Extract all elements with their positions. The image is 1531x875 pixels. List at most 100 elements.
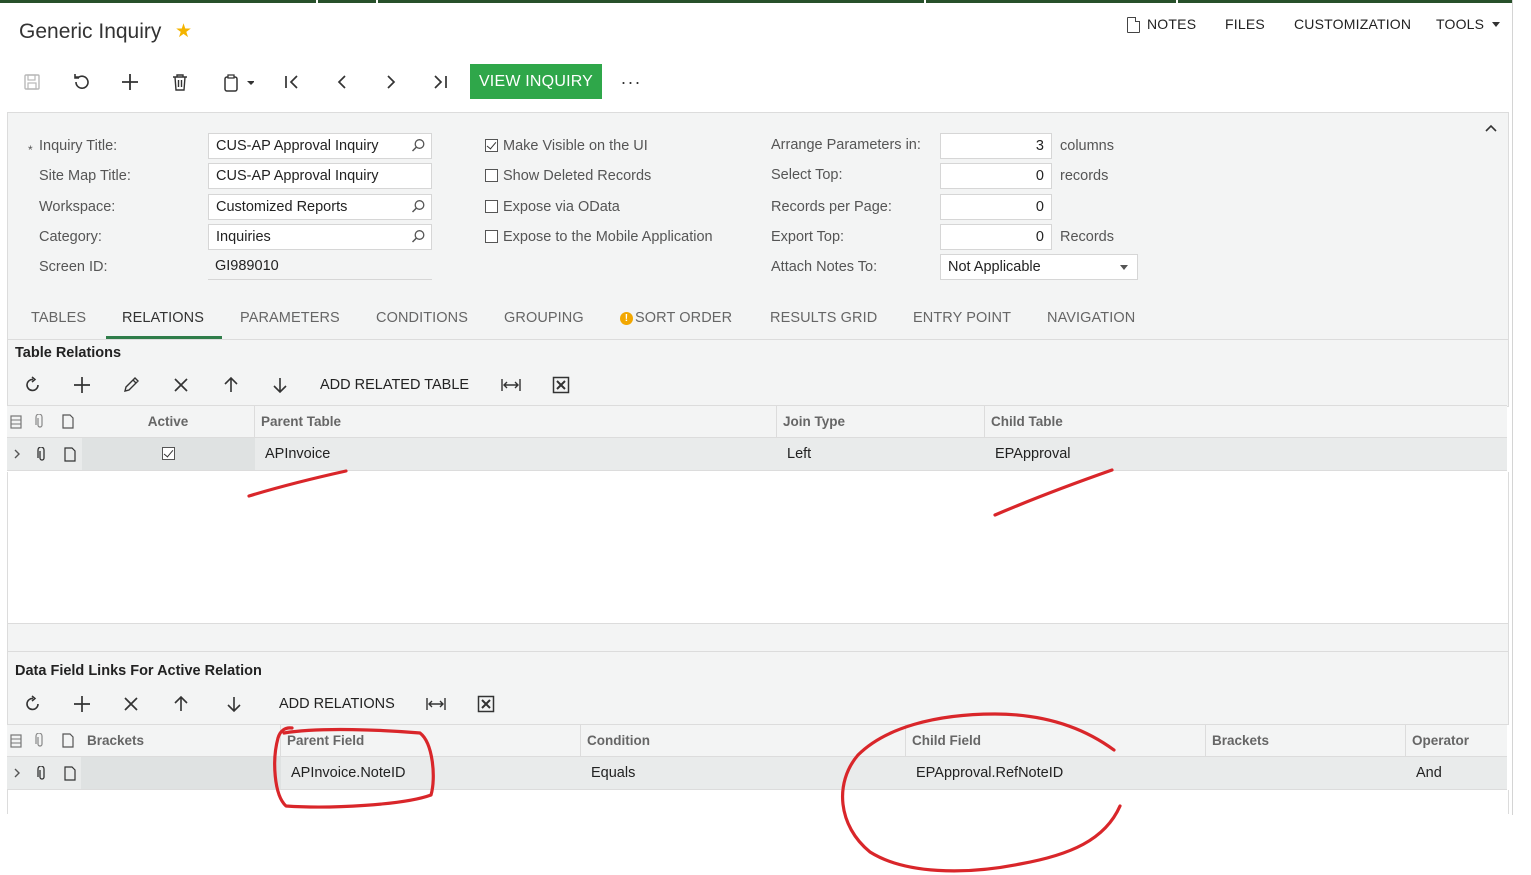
tab-entry-point[interactable]: ENTRY POINT	[913, 310, 1011, 326]
make-visible-checkbox[interactable]	[485, 139, 498, 152]
delete-icon[interactable]	[166, 66, 194, 98]
collapse-chevron-up-icon[interactable]	[1484, 120, 1498, 137]
export-excel-icon[interactable]	[547, 371, 575, 399]
brackets-close-cell[interactable]	[1206, 757, 1406, 789]
add-relations-button[interactable]: ADD RELATIONS	[279, 696, 395, 712]
window-edge	[1512, 0, 1513, 815]
expand-chevron-right-icon[interactable]	[9, 757, 25, 789]
table-relations-header: Active Parent Table Join Type Child Tabl…	[7, 405, 1507, 438]
search-icon[interactable]	[411, 229, 426, 248]
condition-cell[interactable]: Equals	[581, 757, 906, 789]
move-down-icon[interactable]	[220, 690, 248, 718]
search-icon[interactable]	[411, 138, 426, 157]
last-record-icon[interactable]	[426, 66, 454, 98]
notes-menu[interactable]: NOTES	[1147, 16, 1196, 32]
table-relations-empty-area	[7, 472, 1509, 623]
attachment-icon[interactable]	[31, 757, 53, 789]
expose-odata-checkbox[interactable]	[485, 200, 498, 213]
delete-row-icon[interactable]	[117, 690, 145, 718]
site-map-title-field[interactable]: CUS-AP Approval Inquiry	[208, 163, 432, 189]
top-line-gap	[1176, 0, 1178, 3]
table-row[interactable]: APInvoice Left EPApproval	[7, 438, 1507, 471]
refresh-icon[interactable]	[19, 371, 47, 399]
export-excel-icon[interactable]	[472, 690, 500, 718]
move-down-icon[interactable]	[266, 371, 294, 399]
expose-odata-label: Expose via OData	[503, 199, 620, 215]
more-icon[interactable]: ···	[616, 66, 646, 98]
data-field-links-empty-area	[7, 790, 1509, 814]
previous-record-icon[interactable]	[328, 66, 356, 98]
tools-menu-label: TOOLS	[1436, 16, 1485, 32]
show-deleted-checkbox[interactable]	[485, 169, 498, 182]
column-join-type[interactable]: Join Type	[777, 406, 985, 437]
child-field-cell[interactable]: EPApproval.RefNoteID	[906, 757, 1206, 789]
favorite-star-icon[interactable]: ★	[175, 20, 192, 43]
column-active[interactable]: Active	[82, 406, 255, 437]
move-up-icon[interactable]	[167, 690, 195, 718]
attachment-icon[interactable]	[31, 438, 53, 470]
fit-columns-icon[interactable]	[422, 690, 450, 718]
save-icon[interactable]	[18, 66, 46, 98]
tab-tables[interactable]: TABLES	[31, 310, 86, 326]
add-icon[interactable]	[116, 66, 144, 98]
active-checkbox[interactable]	[162, 447, 175, 460]
refresh-icon[interactable]	[19, 690, 47, 718]
column-parent-field[interactable]: Parent Field	[281, 725, 581, 756]
expose-mobile-checkbox[interactable]	[485, 230, 498, 243]
brackets-open-cell[interactable]	[81, 757, 281, 789]
column-operator[interactable]: Operator	[1406, 725, 1507, 756]
tab-conditions[interactable]: CONDITIONS	[376, 310, 468, 326]
expand-chevron-right-icon[interactable]	[9, 438, 25, 470]
category-field[interactable]: Inquiries	[208, 224, 432, 250]
search-icon[interactable]	[411, 199, 426, 218]
export-top-label: Export Top:	[771, 229, 845, 245]
first-record-icon[interactable]	[278, 66, 306, 98]
child-table-cell[interactable]: EPApproval	[985, 438, 1385, 470]
add-related-table-button[interactable]: ADD RELATED TABLE	[320, 377, 469, 393]
splitter-bar[interactable]	[7, 623, 1509, 652]
join-type-cell[interactable]: Left	[777, 438, 985, 470]
export-top-field[interactable]: 0	[940, 224, 1052, 250]
inquiry-title-field[interactable]: CUS-AP Approval Inquiry	[208, 133, 432, 159]
notes-icon[interactable]	[1127, 17, 1140, 33]
tab-sort-order[interactable]: ! SORT ORDER	[620, 310, 732, 326]
view-inquiry-button[interactable]: VIEW INQUIRY	[470, 64, 602, 99]
workspace-field[interactable]: Customized Reports	[208, 194, 432, 220]
move-up-icon[interactable]	[217, 371, 245, 399]
add-row-icon[interactable]	[68, 690, 96, 718]
add-row-icon[interactable]	[68, 371, 96, 399]
parent-field-cell[interactable]: APInvoice.NoteID	[281, 757, 581, 789]
attachment-icon	[29, 725, 51, 756]
parent-table-cell[interactable]: APInvoice	[255, 438, 777, 470]
tab-navigation[interactable]: NAVIGATION	[1047, 310, 1135, 326]
customization-menu[interactable]: CUSTOMIZATION	[1294, 16, 1411, 32]
tab-grouping[interactable]: GROUPING	[504, 310, 584, 326]
tools-menu[interactable]: TOOLS	[1436, 16, 1501, 32]
warning-icon: !	[620, 312, 633, 325]
column-child-table[interactable]: Child Table	[985, 406, 1507, 437]
delete-row-icon[interactable]	[167, 371, 195, 399]
note-icon[interactable]	[59, 757, 81, 789]
tab-parameters[interactable]: PARAMETERS	[240, 310, 340, 326]
select-top-field[interactable]: 0	[940, 163, 1052, 189]
records-per-page-field[interactable]: 0	[940, 194, 1052, 220]
attach-notes-label: Attach Notes To:	[771, 259, 878, 275]
operator-cell[interactable]: And	[1406, 757, 1507, 789]
column-child-field[interactable]: Child Field	[906, 725, 1206, 756]
undo-icon[interactable]	[67, 66, 95, 98]
edit-pencil-icon[interactable]	[117, 371, 145, 399]
attach-notes-select[interactable]: Not Applicable	[940, 254, 1138, 280]
tab-results-grid[interactable]: RESULTS GRID	[770, 310, 877, 326]
files-menu[interactable]: FILES	[1225, 16, 1265, 32]
next-record-icon[interactable]	[377, 66, 405, 98]
tab-relations[interactable]: RELATIONS	[122, 310, 204, 326]
column-condition[interactable]: Condition	[581, 725, 906, 756]
arrange-params-field[interactable]: 3	[940, 133, 1052, 159]
column-brackets-close[interactable]: Brackets	[1206, 725, 1406, 756]
column-brackets-open[interactable]: Brackets	[81, 725, 281, 756]
table-row[interactable]: APInvoice.NoteID Equals EPApproval.RefNo…	[7, 757, 1507, 790]
column-parent-table[interactable]: Parent Table	[255, 406, 777, 437]
fit-columns-icon[interactable]	[497, 371, 525, 399]
note-icon[interactable]	[59, 438, 81, 470]
copy-paste-icon[interactable]	[216, 66, 260, 98]
